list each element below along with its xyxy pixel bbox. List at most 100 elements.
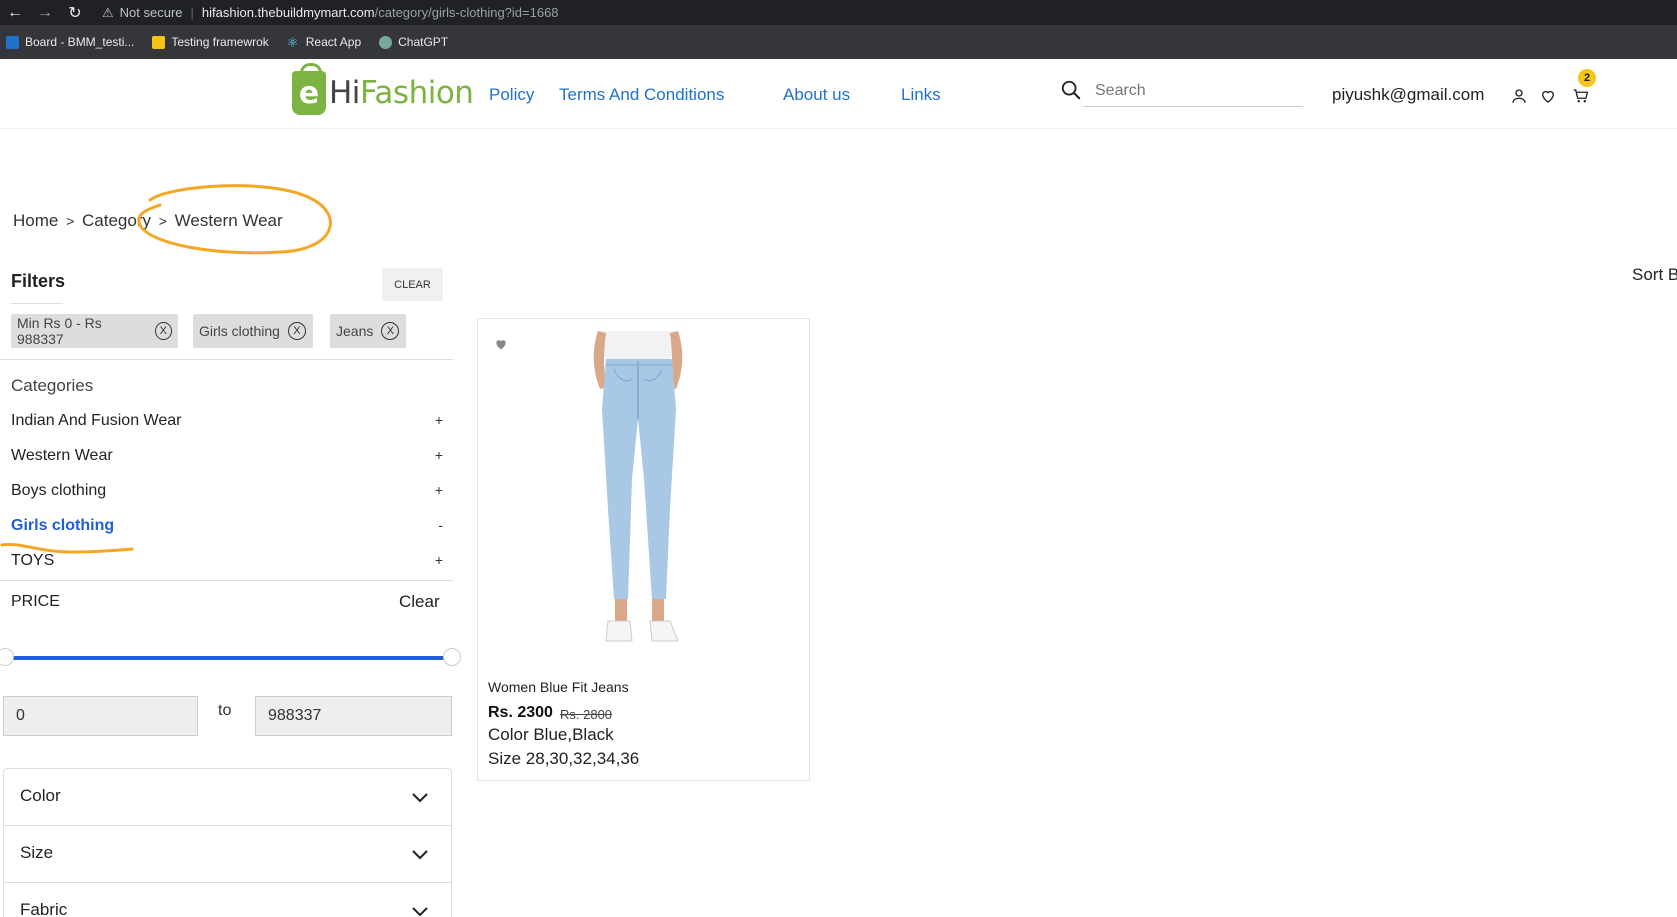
chatgpt-icon xyxy=(379,35,393,49)
chip-label: Jeans xyxy=(336,323,374,339)
category-label: Boys clothing xyxy=(11,482,107,499)
divider xyxy=(0,580,453,581)
cart-icon[interactable] xyxy=(1572,87,1590,105)
product-colors: Color Blue,Black xyxy=(488,725,614,744)
category-indian-fusion[interactable]: Indian And Fusion Wear + xyxy=(11,412,443,430)
expand-toggle[interactable]: + xyxy=(435,447,443,465)
remove-chip-icon[interactable]: X xyxy=(154,322,172,340)
site-logo[interactable]: e HiFashion xyxy=(292,63,474,115)
product-sizes: Size 28,30,32,34,36 xyxy=(488,749,640,768)
accordion-color[interactable]: Color xyxy=(20,786,61,806)
warning-icon[interactable]: ⚠ xyxy=(102,5,114,21)
remove-chip-icon[interactable]: X xyxy=(381,322,400,340)
security-label[interactable]: Not secure xyxy=(120,5,183,20)
accordion-fabric[interactable]: Fabric xyxy=(20,900,67,917)
nav-terms[interactable]: Terms And Conditions xyxy=(559,85,724,105)
expand-toggle[interactable]: + xyxy=(435,482,443,500)
bookmark-icon xyxy=(6,35,19,49)
product-card[interactable]: Women Blue Fit Jeans Rs. 2300 Rs. 2800 C… xyxy=(477,318,810,781)
sort-by-dropdown[interactable]: Sort B xyxy=(1632,265,1677,285)
remove-chip-icon[interactable]: X xyxy=(287,322,306,340)
back-icon[interactable]: ← xyxy=(0,4,30,22)
breadcrumb-home[interactable]: Home xyxy=(13,211,58,230)
price-min-input[interactable] xyxy=(3,696,198,736)
nav-about[interactable]: About us xyxy=(783,85,850,105)
price-slider-min-handle[interactable] xyxy=(0,648,14,666)
filter-accordion-group xyxy=(3,768,452,917)
folder-icon xyxy=(152,35,166,49)
divider xyxy=(3,825,452,826)
category-western-wear[interactable]: Western Wear + xyxy=(11,447,443,465)
expand-toggle[interactable]: + xyxy=(435,412,443,430)
category-label: Indian And Fusion Wear xyxy=(11,412,182,429)
search-icon[interactable] xyxy=(1060,79,1082,101)
cart-count-badge: 2 xyxy=(1578,69,1596,87)
chevron-down-icon[interactable] xyxy=(411,906,429,917)
nav-policy[interactable]: Policy xyxy=(489,85,534,105)
categories-title: Categories xyxy=(11,376,94,395)
collapse-toggle[interactable]: - xyxy=(438,517,443,535)
chevron-down-icon[interactable] xyxy=(411,849,429,861)
chip-label: Girls clothing xyxy=(199,323,280,339)
wishlist-heart-icon[interactable] xyxy=(1539,87,1557,105)
chip-label: Min Rs 0 - Rs 988337 xyxy=(17,315,102,347)
category-boys-clothing[interactable]: Boys clothing + xyxy=(11,482,443,500)
bookmark-label: ChatGPT xyxy=(398,35,449,49)
user-email[interactable]: piyushk@gmail.com xyxy=(1332,85,1484,105)
accordion-size[interactable]: Size xyxy=(20,843,53,863)
shopping-bag-logo-icon: e xyxy=(292,63,326,115)
bookmark-label: Testing framewrok xyxy=(171,35,269,49)
filter-chip-price: Min Rs 0 - Rs 988337 X xyxy=(11,314,178,348)
price-to-label: to xyxy=(218,702,232,719)
filter-chip-girls-clothing: Girls clothing X xyxy=(193,314,313,348)
breadcrumb-category[interactable]: Category xyxy=(82,211,151,230)
price-slider-max-handle[interactable] xyxy=(443,648,461,666)
chevron-down-icon[interactable] xyxy=(411,792,429,804)
category-label: Western Wear xyxy=(11,447,113,464)
search-input[interactable] xyxy=(1083,75,1303,107)
category-label: TOYS xyxy=(11,552,55,569)
wishlist-heart-icon[interactable] xyxy=(494,337,508,351)
divider xyxy=(0,359,453,360)
category-girls-clothing[interactable]: Girls clothing - xyxy=(11,517,443,535)
expand-toggle[interactable]: + xyxy=(435,552,443,570)
react-icon: ⚛ xyxy=(286,34,299,50)
nav-links[interactable]: Links xyxy=(901,85,941,105)
filters-title: Filters xyxy=(11,271,66,291)
bookmark-label: React App xyxy=(305,35,362,49)
bookmark-board[interactable]: Board - BMM_testi... xyxy=(6,35,134,49)
bookmark-label: Board - BMM_testi... xyxy=(25,35,135,49)
divider xyxy=(3,882,452,883)
logo-text-hi: Hi xyxy=(329,75,360,111)
price-clear-button[interactable]: Clear xyxy=(399,592,440,612)
site-header: e HiFashion Policy Terms And Conditions … xyxy=(0,59,1677,129)
breadcrumb: Home > Category > Western Wear xyxy=(13,211,283,231)
price-max-input[interactable] xyxy=(255,696,452,736)
product-old-price: Rs. 2800 xyxy=(560,707,613,722)
product-image[interactable] xyxy=(558,329,718,654)
price-title: PRICE xyxy=(11,593,60,610)
browser-url-bar: ← → ↻ ⚠ Not secure | hifashion.thebuildm… xyxy=(0,0,1677,25)
breadcrumb-current: Western Wear xyxy=(174,211,283,230)
forward-icon[interactable]: → xyxy=(30,4,60,22)
logo-text: HiFashion xyxy=(329,75,474,111)
user-icon[interactable] xyxy=(1510,87,1528,105)
product-name[interactable]: Women Blue Fit Jeans xyxy=(488,679,629,695)
url-path[interactable]: /category/girls-clothing?id=1668 xyxy=(375,5,559,20)
logo-text-fashion: Fashion xyxy=(359,75,474,111)
filters-underline xyxy=(11,303,63,304)
breadcrumb-separator: > xyxy=(66,213,75,229)
url-divider: | xyxy=(190,5,194,20)
breadcrumb-separator: > xyxy=(158,213,167,229)
reload-icon[interactable]: ↻ xyxy=(60,3,90,23)
price-slider-track[interactable] xyxy=(8,656,452,660)
category-toys[interactable]: TOYS + xyxy=(11,552,443,570)
bookmarks-bar: Board - BMM_testi... Testing framewrok ⚛… xyxy=(0,25,1677,59)
bookmark-testing[interactable]: Testing framewrok xyxy=(152,35,269,49)
url-host[interactable]: hifashion.thebuildmymart.com xyxy=(202,5,375,20)
product-price: Rs. 2300 xyxy=(488,704,553,721)
bookmark-react-app[interactable]: ⚛ React App xyxy=(287,35,361,49)
clear-filters-button[interactable]: CLEAR xyxy=(382,268,443,301)
filter-chip-jeans: Jeans X xyxy=(330,314,406,348)
bookmark-chatgpt[interactable]: ChatGPT xyxy=(379,35,448,49)
